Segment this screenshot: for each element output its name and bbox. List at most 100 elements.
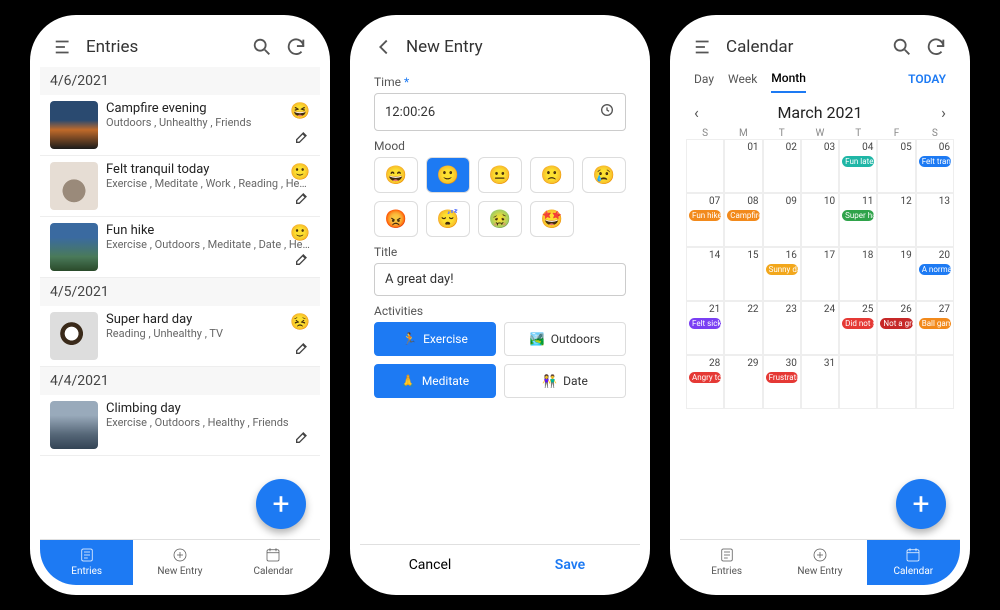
- entry-row[interactable]: Climbing dayExercise , Outdoors , Health…: [40, 395, 320, 456]
- calendar-cell[interactable]: 02: [763, 139, 801, 193]
- activity-option[interactable]: 🏞️Outdoors: [504, 322, 626, 356]
- event-pill[interactable]: Felt sick: [689, 318, 721, 329]
- entry-tags: Exercise , Meditate , Work , Reading , H…: [106, 177, 310, 190]
- time-input[interactable]: 12:00:26: [374, 93, 626, 131]
- activity-option[interactable]: 🙏Meditate: [374, 364, 496, 398]
- calendar-cell[interactable]: 05: [877, 139, 915, 193]
- day-number: 14: [690, 250, 720, 261]
- tab-new-entry[interactable]: New Entry: [773, 540, 866, 585]
- calendar-cell[interactable]: 18: [839, 247, 877, 301]
- calendar-cell[interactable]: 08Campfire: [724, 193, 762, 247]
- calendar-cell[interactable]: 07Fun hike: [686, 193, 724, 247]
- calendar-cell[interactable]: 10: [801, 193, 839, 247]
- mood-option[interactable]: 😴: [426, 201, 470, 237]
- calendar-cell[interactable]: 03: [801, 139, 839, 193]
- save-button[interactable]: Save: [500, 545, 640, 585]
- view-tab-month[interactable]: Month: [771, 71, 806, 93]
- view-tab-week[interactable]: Week: [728, 72, 757, 92]
- title-input[interactable]: A great day!: [374, 263, 626, 296]
- event-pill[interactable]: Sunny da: [766, 264, 798, 275]
- activity-option[interactable]: 👫Date: [504, 364, 626, 398]
- calendar-cell[interactable]: 19: [877, 247, 915, 301]
- edit-icon[interactable]: [294, 340, 310, 360]
- entry-row[interactable]: Felt tranquil todayExercise , Meditate ,…: [40, 156, 320, 217]
- entry-row[interactable]: Super hard dayReading , Unhealthy , TV😣: [40, 306, 320, 367]
- calendar-cell[interactable]: 09: [763, 193, 801, 247]
- calendar-cell[interactable]: 14: [686, 247, 724, 301]
- calendar-cell[interactable]: 15: [724, 247, 762, 301]
- calendar-cell[interactable]: 16Sunny da: [763, 247, 801, 301]
- view-tab-day[interactable]: Day: [694, 72, 714, 92]
- event-pill[interactable]: Angry tod: [689, 372, 721, 383]
- calendar-cell[interactable]: 23: [763, 301, 801, 355]
- refresh-icon[interactable]: [924, 35, 948, 59]
- search-icon[interactable]: [890, 35, 914, 59]
- calendar-cell[interactable]: 11Super ha: [839, 193, 877, 247]
- activity-option[interactable]: 🏃Exercise: [374, 322, 496, 356]
- today-button[interactable]: TODAY: [908, 72, 946, 92]
- calendar-cell[interactable]: 21Felt sick: [686, 301, 724, 355]
- calendar-cell[interactable]: 29: [724, 355, 762, 409]
- calendar-cell[interactable]: [877, 355, 915, 409]
- entry-row[interactable]: Fun hikeExercise , Outdoors , Meditate ,…: [40, 217, 320, 278]
- event-pill[interactable]: Felt tranq: [919, 156, 951, 167]
- edit-icon[interactable]: [294, 251, 310, 271]
- calendar-cell[interactable]: 04Fun late n: [839, 139, 877, 193]
- refresh-icon[interactable]: [284, 35, 308, 59]
- mood-option[interactable]: 😄: [374, 157, 418, 193]
- calendar-cell[interactable]: 06Felt tranq: [916, 139, 954, 193]
- day-number: 29: [728, 358, 758, 369]
- calendar-cell[interactable]: 27Ball gam: [916, 301, 954, 355]
- calendar-cell[interactable]: [916, 355, 954, 409]
- tab-new-entry[interactable]: New Entry: [133, 540, 226, 585]
- event-pill[interactable]: Did not s: [842, 318, 874, 329]
- edit-icon[interactable]: [294, 429, 310, 449]
- next-month[interactable]: ›: [941, 103, 946, 122]
- calendar-cell[interactable]: [686, 139, 724, 193]
- calendar-cell[interactable]: [839, 355, 877, 409]
- prev-month[interactable]: ‹: [694, 103, 699, 122]
- edit-icon[interactable]: [294, 129, 310, 149]
- edit-icon[interactable]: [294, 190, 310, 210]
- mood-option[interactable]: 😢: [582, 157, 626, 193]
- calendar-cell[interactable]: 31: [801, 355, 839, 409]
- day-number: 03: [805, 142, 835, 153]
- event-pill[interactable]: Super ha: [842, 210, 874, 221]
- mood-option[interactable]: 🙂: [426, 157, 470, 193]
- calendar-cell[interactable]: 12: [877, 193, 915, 247]
- entry-row[interactable]: Campfire eveningOutdoors , Unhealthy , F…: [40, 95, 320, 156]
- cancel-button[interactable]: Cancel: [360, 545, 500, 585]
- mood-option[interactable]: 🤩: [530, 201, 574, 237]
- fab-add[interactable]: +: [256, 479, 306, 529]
- tab-entries[interactable]: Entries: [40, 540, 133, 585]
- calendar-cell[interactable]: 01: [724, 139, 762, 193]
- event-pill[interactable]: Ball gam: [919, 318, 951, 329]
- event-pill[interactable]: Campfire: [727, 210, 759, 221]
- event-pill[interactable]: Not a gre: [880, 318, 912, 329]
- menu-icon[interactable]: [52, 35, 76, 59]
- mood-option[interactable]: 🙁: [530, 157, 574, 193]
- event-pill[interactable]: Frustratin: [766, 372, 798, 383]
- calendar-cell[interactable]: 30Frustratin: [763, 355, 801, 409]
- calendar-cell[interactable]: 13: [916, 193, 954, 247]
- search-icon[interactable]: [250, 35, 274, 59]
- calendar-cell[interactable]: 25Did not s: [839, 301, 877, 355]
- fab-add[interactable]: +: [896, 479, 946, 529]
- event-pill[interactable]: A normal: [919, 264, 951, 275]
- calendar-cell[interactable]: 20A normal: [916, 247, 954, 301]
- menu-icon[interactable]: [692, 35, 716, 59]
- calendar-cell[interactable]: 28Angry tod: [686, 355, 724, 409]
- event-pill[interactable]: Fun late n: [842, 156, 874, 167]
- mood-option[interactable]: 🤢: [478, 201, 522, 237]
- calendar-cell[interactable]: 17: [801, 247, 839, 301]
- tab-entries[interactable]: Entries: [680, 540, 773, 585]
- tab-calendar[interactable]: Calendar: [227, 540, 320, 585]
- calendar-cell[interactable]: 24: [801, 301, 839, 355]
- mood-option[interactable]: 😡: [374, 201, 418, 237]
- tab-calendar[interactable]: Calendar: [867, 540, 960, 585]
- event-pill[interactable]: Fun hike: [689, 210, 721, 221]
- mood-option[interactable]: 😐: [478, 157, 522, 193]
- calendar-cell[interactable]: 26Not a gre: [877, 301, 915, 355]
- calendar-cell[interactable]: 22: [724, 301, 762, 355]
- back-icon[interactable]: [372, 35, 396, 59]
